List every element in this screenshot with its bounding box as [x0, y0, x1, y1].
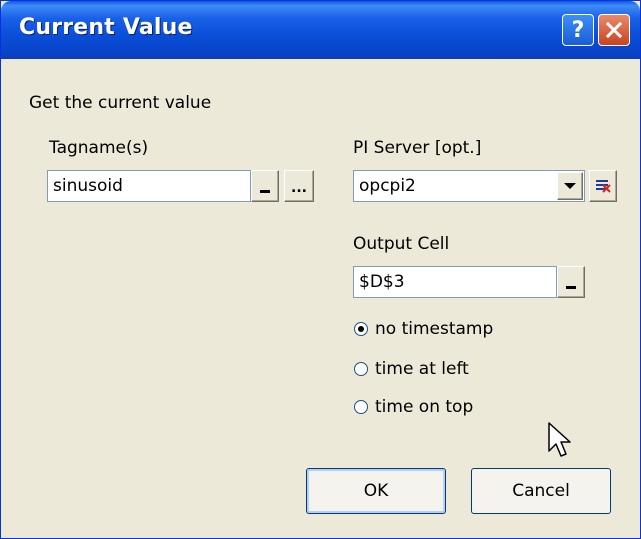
radio-button[interactable]	[354, 400, 368, 414]
radio-label: no timestamp	[375, 319, 494, 339]
radio-no-timestamp[interactable]: no timestamp	[354, 317, 493, 341]
tagnames-collapse-button[interactable]	[251, 170, 279, 202]
description-label: Get the current value	[29, 93, 212, 113]
radio-time-on-top[interactable]: time on top	[354, 395, 473, 419]
collapse-icon	[260, 189, 270, 193]
radio-button[interactable]	[354, 322, 368, 336]
close-icon	[605, 21, 623, 39]
ellipsis-icon: ...	[291, 180, 307, 196]
tagnames-input[interactable]: sinusoid	[47, 170, 251, 202]
pi-server-label: PI Server [opt.]	[353, 138, 482, 158]
output-cell-input[interactable]: $D$3	[353, 266, 557, 298]
tagnames-value: sinusoid	[53, 176, 123, 196]
tagnames-label: Tagname(s)	[49, 138, 149, 158]
window-title: Current Value	[19, 15, 193, 40]
collapse-icon	[566, 285, 576, 289]
cancel-button[interactable]: Cancel	[471, 468, 611, 514]
help-icon: ?	[571, 17, 585, 43]
output-cell-value: $D$3	[359, 272, 405, 292]
radio-button[interactable]	[354, 362, 368, 376]
radio-time-at-left[interactable]: time at left	[354, 357, 469, 381]
dialog-window: Current Value ? Get the current value Ta…	[0, 0, 641, 539]
mouse-cursor-icon	[548, 422, 571, 457]
title-bar[interactable]: Current Value ?	[1, 1, 640, 59]
dialog-body: Get the current value Tagname(s) sinusoi…	[1, 59, 640, 539]
pi-server-value: opcpi2	[359, 176, 416, 196]
radio-label: time on top	[375, 397, 474, 417]
output-cell-collapse-button[interactable]	[557, 266, 585, 298]
pi-server-select[interactable]: opcpi2	[353, 170, 585, 202]
pi-server-dropdown-button[interactable]	[557, 172, 583, 200]
chevron-down-icon	[564, 183, 576, 189]
ok-button-label: OK	[363, 481, 389, 501]
tagnames-browse-button[interactable]: ...	[284, 170, 314, 202]
output-cell-label: Output Cell	[353, 234, 450, 254]
pi-server-connections-button[interactable]	[589, 170, 617, 202]
server-connections-icon	[596, 180, 611, 193]
cancel-button-label: Cancel	[512, 481, 570, 501]
radio-label: time at left	[375, 359, 469, 379]
ok-button[interactable]: OK	[306, 468, 446, 514]
close-button[interactable]	[598, 14, 630, 46]
help-button[interactable]: ?	[562, 14, 594, 46]
